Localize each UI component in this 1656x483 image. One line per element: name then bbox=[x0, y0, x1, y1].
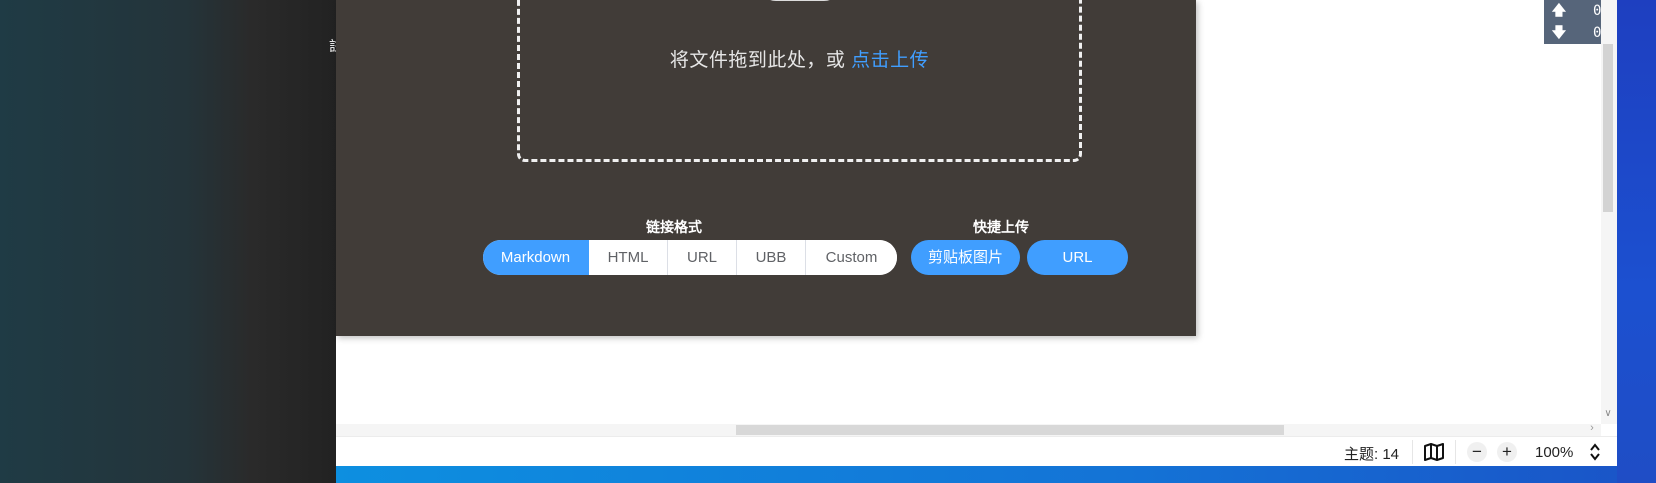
format-custom-button[interactable]: Custom bbox=[806, 240, 897, 275]
clipboard-image-button[interactable]: 剪贴板图片 bbox=[911, 240, 1020, 275]
map-icon[interactable] bbox=[1423, 442, 1445, 462]
click-upload-link[interactable]: 点击上传 bbox=[851, 50, 929, 71]
link-format-label: 链接格式 bbox=[646, 219, 702, 235]
link-format-group: Markdown HTML URL UBB Custom bbox=[483, 240, 897, 275]
format-html-button[interactable]: HTML bbox=[589, 240, 668, 275]
theme-indicator[interactable]: 主题: 14 bbox=[1344, 443, 1399, 464]
desktop-left-background bbox=[0, 0, 336, 483]
format-markdown-button[interactable]: Markdown bbox=[483, 240, 589, 275]
quick-upload-label: 快捷上传 bbox=[973, 219, 1029, 235]
desktop-background bbox=[336, 466, 1656, 483]
scroll-down-arrow-icon[interactable]: ∨ bbox=[1600, 408, 1616, 422]
drop-text: 将文件拖到此处，或 bbox=[669, 50, 852, 71]
zoom-in-button[interactable]: + bbox=[1497, 442, 1517, 462]
download-arrow-icon: 🡇 bbox=[1551, 25, 1567, 41]
format-url-button[interactable]: URL bbox=[668, 240, 737, 275]
upload-modal: 将文件拖到此处，或 点击上传 链接格式 快捷上传 Markdown HTML U… bbox=[336, 0, 1196, 336]
upload-arrow-icon: 🡅 bbox=[1551, 3, 1567, 19]
scroll-right-arrow-icon[interactable]: › bbox=[1586, 422, 1598, 436]
horizontal-scroll-thumb[interactable] bbox=[736, 425, 1284, 435]
zoom-out-button[interactable]: − bbox=[1467, 442, 1487, 462]
drop-zone[interactable]: 将文件拖到此处，或 点击上传 bbox=[517, 0, 1082, 162]
desktop-right-background bbox=[1617, 0, 1656, 483]
status-divider bbox=[1412, 440, 1413, 464]
format-ubb-button[interactable]: UBB bbox=[737, 240, 806, 275]
drop-instructions: 将文件拖到此处，或 点击上传 bbox=[520, 45, 1079, 72]
zoom-level[interactable]: 100% bbox=[1535, 444, 1573, 461]
quick-url-button[interactable]: URL bbox=[1027, 240, 1128, 275]
chevron-updown-icon[interactable] bbox=[1588, 442, 1602, 462]
vertical-scroll-thumb[interactable] bbox=[1603, 44, 1613, 212]
status-divider bbox=[1455, 440, 1456, 464]
cloud-upload-icon bbox=[770, 0, 830, 1]
